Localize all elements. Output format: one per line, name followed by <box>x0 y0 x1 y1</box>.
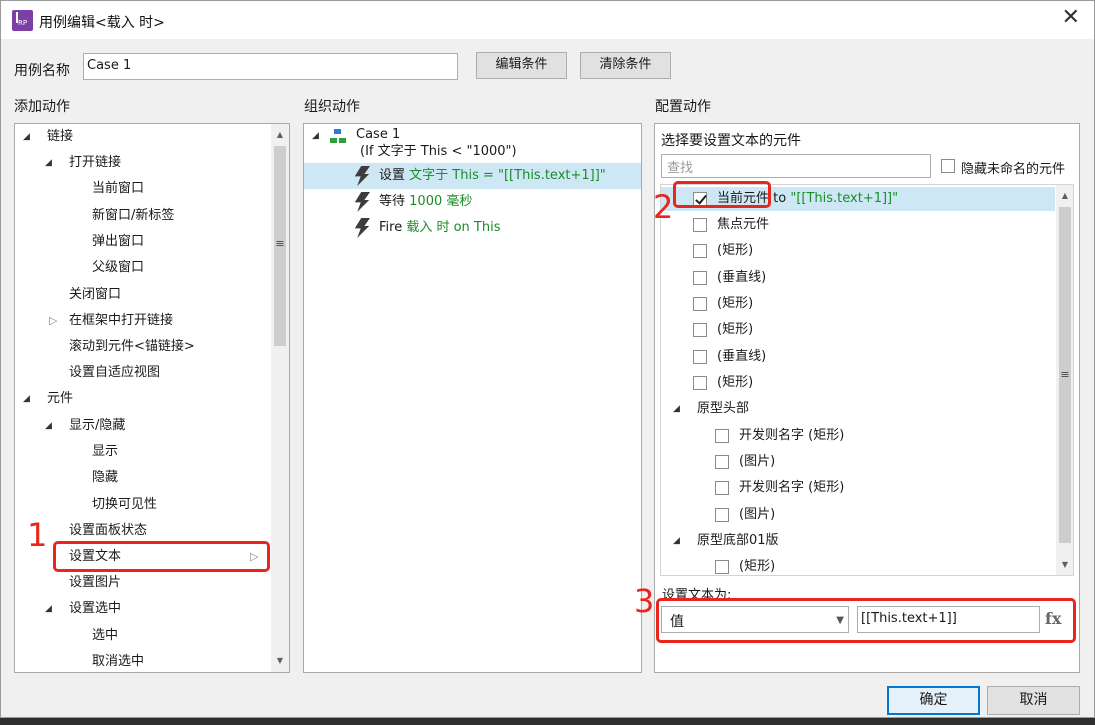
add-actions-header: 添加动作 <box>14 99 70 115</box>
tree-item-set-image[interactable]: 设置图片 <box>69 571 121 595</box>
widget-checkbox[interactable] <box>693 376 707 390</box>
window-title: 用例编辑<载入 时> <box>39 15 165 31</box>
expanded-triangle-icon: ◢ <box>45 158 52 168</box>
lightning-bolt-icon <box>354 218 370 238</box>
title-bar: RP 用例编辑<载入 时> ✕ <box>1 1 1094 39</box>
action-fire-event[interactable]: Fire 载入 时 on This <box>379 216 501 240</box>
hide-unnamed-label: 隐藏未命名的元件 <box>961 162 1066 177</box>
axure-app-icon: RP <box>12 10 33 31</box>
widget-item-focus[interactable]: 焦点元件 <box>717 213 769 237</box>
tree-item-close-window[interactable]: 关闭窗口 <box>69 283 121 307</box>
tree-item-set-panel-state[interactable]: 设置面板状态 <box>69 519 147 543</box>
tree-item-scroll-to[interactable]: 滚动到元件<锚链接> <box>69 335 195 359</box>
widget-checkbox[interactable] <box>693 323 707 337</box>
add-actions-tree: ◢ 链接 ◢ 打开链接 当前窗口 新窗口/新标签 弹出窗口 父级窗口 关闭窗口 ▷ 在… <box>14 123 290 673</box>
expanded-triangle-icon: ◢ <box>45 421 52 431</box>
tree-item-select[interactable]: 选中 <box>92 624 118 648</box>
tree-item-hide[interactable]: 隐藏 <box>92 466 118 490</box>
expanded-triangle-icon: ◢ <box>23 394 30 404</box>
scroll-up-arrow-icon[interactable]: ▲ <box>1056 191 1073 200</box>
collapsed-triangle-icon: ▷ <box>49 314 58 327</box>
widget-item[interactable]: (矩形) <box>717 292 753 316</box>
edit-conditions-button[interactable]: 编辑条件 <box>476 52 567 79</box>
organize-actions-header: 组织动作 <box>304 99 360 115</box>
tree-item-toggle-visibility[interactable]: 切换可见性 <box>92 493 157 517</box>
case-editor-dialog: RP 用例编辑<载入 时> ✕ 用例名称 Case 1 编辑条件 清除条件 添加… <box>0 0 1095 718</box>
tree-item-current-window[interactable]: 当前窗口 <box>92 177 144 201</box>
annotation-number-2: 2 <box>653 188 674 226</box>
scroll-down-arrow-icon[interactable]: ▼ <box>271 656 289 665</box>
widget-item[interactable]: (图片) <box>739 450 775 474</box>
case-icon <box>330 129 346 145</box>
widget-checkbox[interactable] <box>693 244 707 258</box>
action-wait[interactable]: 等待 1000 毫秒 <box>379 190 472 214</box>
widget-checkbox[interactable] <box>715 455 729 469</box>
widget-item[interactable]: (矩形) <box>717 318 753 342</box>
scroll-down-arrow-icon[interactable]: ▼ <box>1056 560 1073 569</box>
widget-item[interactable]: (矩形) <box>717 239 753 263</box>
background-window-strip <box>0 718 1095 725</box>
hide-unnamed-checkbox[interactable] <box>941 159 955 173</box>
organize-actions-panel: ◢ Case 1 (If 文字于 This < "1000") 设置 文字于 T… <box>303 123 642 673</box>
widget-list-scrollbar[interactable]: ▲ ≡ ▼ <box>1056 185 1073 575</box>
annotation-number-1: 1 <box>27 516 48 554</box>
widget-checkbox[interactable] <box>715 508 729 522</box>
annotation-box-1 <box>53 541 270 572</box>
tree-item-show[interactable]: 显示 <box>92 440 118 464</box>
case-condition: (If 文字于 This < "1000") <box>360 144 517 159</box>
clear-conditions-button[interactable]: 清除条件 <box>580 52 671 79</box>
widget-checkbox[interactable] <box>715 560 729 574</box>
widget-checkbox[interactable] <box>693 218 707 232</box>
annotation-box-2 <box>673 181 771 208</box>
expanded-triangle-icon: ◢ <box>673 536 680 546</box>
expanded-triangle-icon: ◢ <box>673 404 680 414</box>
widget-checkbox[interactable] <box>715 429 729 443</box>
expanded-triangle-icon: ◢ <box>45 604 52 614</box>
tree-item-popup[interactable]: 弹出窗口 <box>92 230 144 254</box>
scrollbar-grip-icon: ≡ <box>275 237 285 250</box>
widget-item[interactable]: 开发则名字 (矩形) <box>739 476 844 500</box>
expanded-triangle-icon: ◢ <box>312 131 319 141</box>
widget-item[interactable]: 开发则名字 (矩形) <box>739 424 844 448</box>
widget-checkbox[interactable] <box>715 481 729 495</box>
close-icon[interactable]: ✕ <box>1062 7 1080 29</box>
widget-item[interactable]: (矩形) <box>739 555 775 575</box>
lightning-bolt-icon <box>354 192 370 212</box>
scrollbar-grip-icon: ≡ <box>1060 368 1070 381</box>
widget-search-input[interactable]: 查找 <box>661 154 931 178</box>
annotation-box-3 <box>656 598 1076 643</box>
configure-actions-header: 配置动作 <box>655 99 711 115</box>
case-name-input[interactable]: Case 1 <box>83 53 458 80</box>
annotation-number-3: 3 <box>634 582 655 620</box>
tree-item-parent-window[interactable]: 父级窗口 <box>92 256 144 280</box>
cancel-button[interactable]: 取消 <box>987 686 1080 715</box>
add-actions-scrollbar[interactable]: ▲ ≡ ▼ <box>271 124 289 672</box>
widget-item[interactable]: (垂直线) <box>717 345 766 369</box>
tree-item-deselect[interactable]: 取消选中 <box>92 650 144 672</box>
widget-checkbox[interactable] <box>693 271 707 285</box>
widget-checkbox[interactable] <box>693 297 707 311</box>
widget-checkbox[interactable] <box>693 350 707 364</box>
app-icon-text: RP <box>18 19 28 27</box>
widget-item[interactable]: (矩形) <box>717 371 753 395</box>
widget-item[interactable]: (垂直线) <box>717 266 766 290</box>
tree-item-adaptive-view[interactable]: 设置自适应视图 <box>69 361 160 385</box>
widget-list: 当前元件 to "[[This.text+1]]" 焦点元件 (矩形) (垂直线… <box>660 184 1074 576</box>
scroll-up-arrow-icon[interactable]: ▲ <box>271 130 289 139</box>
ok-button[interactable]: 确定 <box>887 686 980 715</box>
tree-item-new-window[interactable]: 新窗口/新标签 <box>92 204 174 228</box>
configure-subheader: 选择要设置文本的元件 <box>661 133 801 149</box>
action-set-text[interactable]: 设置 文字于 This = "[[This.text+1]]" <box>379 164 606 188</box>
expanded-triangle-icon: ◢ <box>23 132 30 142</box>
widget-item[interactable]: (图片) <box>739 503 775 527</box>
case-name-label: 用例名称 <box>14 63 70 79</box>
